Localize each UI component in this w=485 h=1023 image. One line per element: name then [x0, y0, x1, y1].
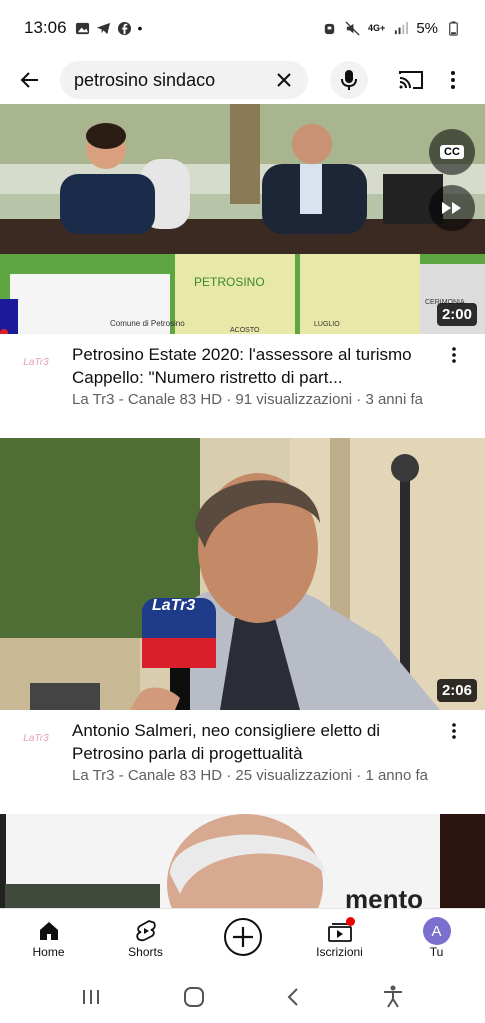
nav-subscriptions[interactable]: Iscrizioni [291, 909, 388, 970]
status-bar: 13:06 • 4G+ 5% [0, 0, 485, 56]
nav-home-label: Home [32, 945, 65, 959]
captions-button[interactable]: CC [429, 129, 475, 175]
video-duration: 2:06 [436, 679, 477, 702]
video-meta[interactable]: LaTr3 Antonio Salmeri, neo consigliere e… [0, 710, 485, 814]
battery-icon [449, 20, 458, 36]
nav-you[interactable]: A Tu [388, 909, 485, 970]
search-header: petrosino sindaco [0, 56, 485, 104]
mute-icon [345, 20, 360, 36]
telegram-icon [96, 22, 110, 34]
channel-avatar[interactable]: LaTr3 [20, 722, 52, 754]
thumb-banner-text: mento [345, 884, 423, 908]
system-navigation-bar [0, 970, 485, 1023]
clear-search-button[interactable] [272, 68, 296, 92]
thumb-brand-text: PETROSINO [194, 275, 265, 289]
cast-icon [399, 71, 423, 89]
close-icon [277, 73, 291, 87]
battery-percent: 5% [416, 19, 438, 37]
recent-apps-icon[interactable] [81, 988, 101, 1006]
alarm-icon [324, 23, 335, 34]
nav-shorts[interactable]: Shorts [97, 909, 194, 970]
create-icon [223, 918, 262, 956]
video-channel-info: La Tr3 - Canale 83 HD · 25 visualizzazio… [72, 767, 429, 784]
nav-home[interactable]: Home [0, 909, 97, 970]
nav-subscriptions-label: Iscrizioni [316, 945, 363, 959]
more-vertical-icon [452, 347, 456, 363]
search-field[interactable]: petrosino sindaco [60, 61, 308, 99]
video-duration: 2:00 [436, 303, 477, 326]
thumbnail-image: mento [0, 814, 485, 908]
video-menu-button[interactable] [447, 720, 461, 742]
more-vertical-icon [452, 723, 456, 739]
nav-shorts-label: Shorts [128, 945, 163, 959]
video-thumbnail[interactable]: PETROSINO Comune di Petrosino ACOSTO LUG… [0, 104, 485, 334]
nav-you-label: Tu [429, 945, 444, 959]
home-icon [39, 922, 58, 940]
thumbnail-image: LaTr3 [0, 438, 485, 710]
video-meta[interactable]: LaTr3 Petrosino Estate 2020: l'assessore… [0, 334, 485, 438]
back-button[interactable] [0, 56, 60, 104]
voice-search-button[interactable] [330, 61, 368, 99]
status-time: 13:06 [24, 18, 67, 37]
video-menu-button[interactable] [447, 344, 461, 366]
shorts-icon [135, 920, 156, 942]
channel-avatar[interactable]: LaTr3 [20, 346, 52, 378]
fast-forward-icon [442, 202, 461, 214]
home-button-icon[interactable] [183, 986, 205, 1008]
thumb-month-1-text: ACOSTO [230, 327, 260, 334]
video-thumbnail[interactable]: LaTr3 2:06 [0, 438, 485, 710]
facebook-icon [117, 21, 131, 35]
account-icon: A [422, 917, 451, 945]
thumbnail-image: PETROSINO Comune di Petrosino ACOSTO LUG… [0, 104, 485, 334]
cc-icon: CC [440, 145, 464, 159]
thumb-mic-logo-text: LaTr3 [152, 597, 195, 614]
notification-badge-icon [345, 917, 355, 926]
more-options-button[interactable] [438, 59, 468, 101]
bottom-navigation: Home Shorts Iscrizioni A Tu [0, 908, 485, 970]
video-channel-info: La Tr3 - Canale 83 HD · 91 visualizzazio… [72, 391, 424, 408]
cast-button[interactable] [390, 59, 432, 101]
thumb-month-2-text: LUGLIO [314, 321, 340, 328]
back-nav-icon[interactable] [286, 987, 300, 1007]
nav-create[interactable] [194, 909, 291, 970]
more-vertical-icon [451, 71, 455, 89]
search-input[interactable]: petrosino sindaco [74, 70, 272, 91]
skip-forward-button[interactable] [429, 185, 475, 231]
notification-dot-icon: • [137, 20, 143, 36]
video-thumbnail[interactable]: mento [0, 814, 485, 908]
microphone-icon [341, 70, 357, 90]
signal-icon [395, 21, 409, 34]
gallery-icon [75, 22, 89, 34]
accessibility-icon[interactable] [382, 985, 404, 1009]
arrow-left-icon [20, 72, 38, 88]
video-title[interactable]: Antonio Salmeri, neo consigliere eletto … [72, 719, 432, 765]
video-title[interactable]: Petrosino Estate 2020: l'assessore al tu… [72, 343, 432, 389]
network-type: 4G+ [368, 23, 386, 33]
thumb-comune-text: Comune di Petrosino [110, 319, 185, 328]
